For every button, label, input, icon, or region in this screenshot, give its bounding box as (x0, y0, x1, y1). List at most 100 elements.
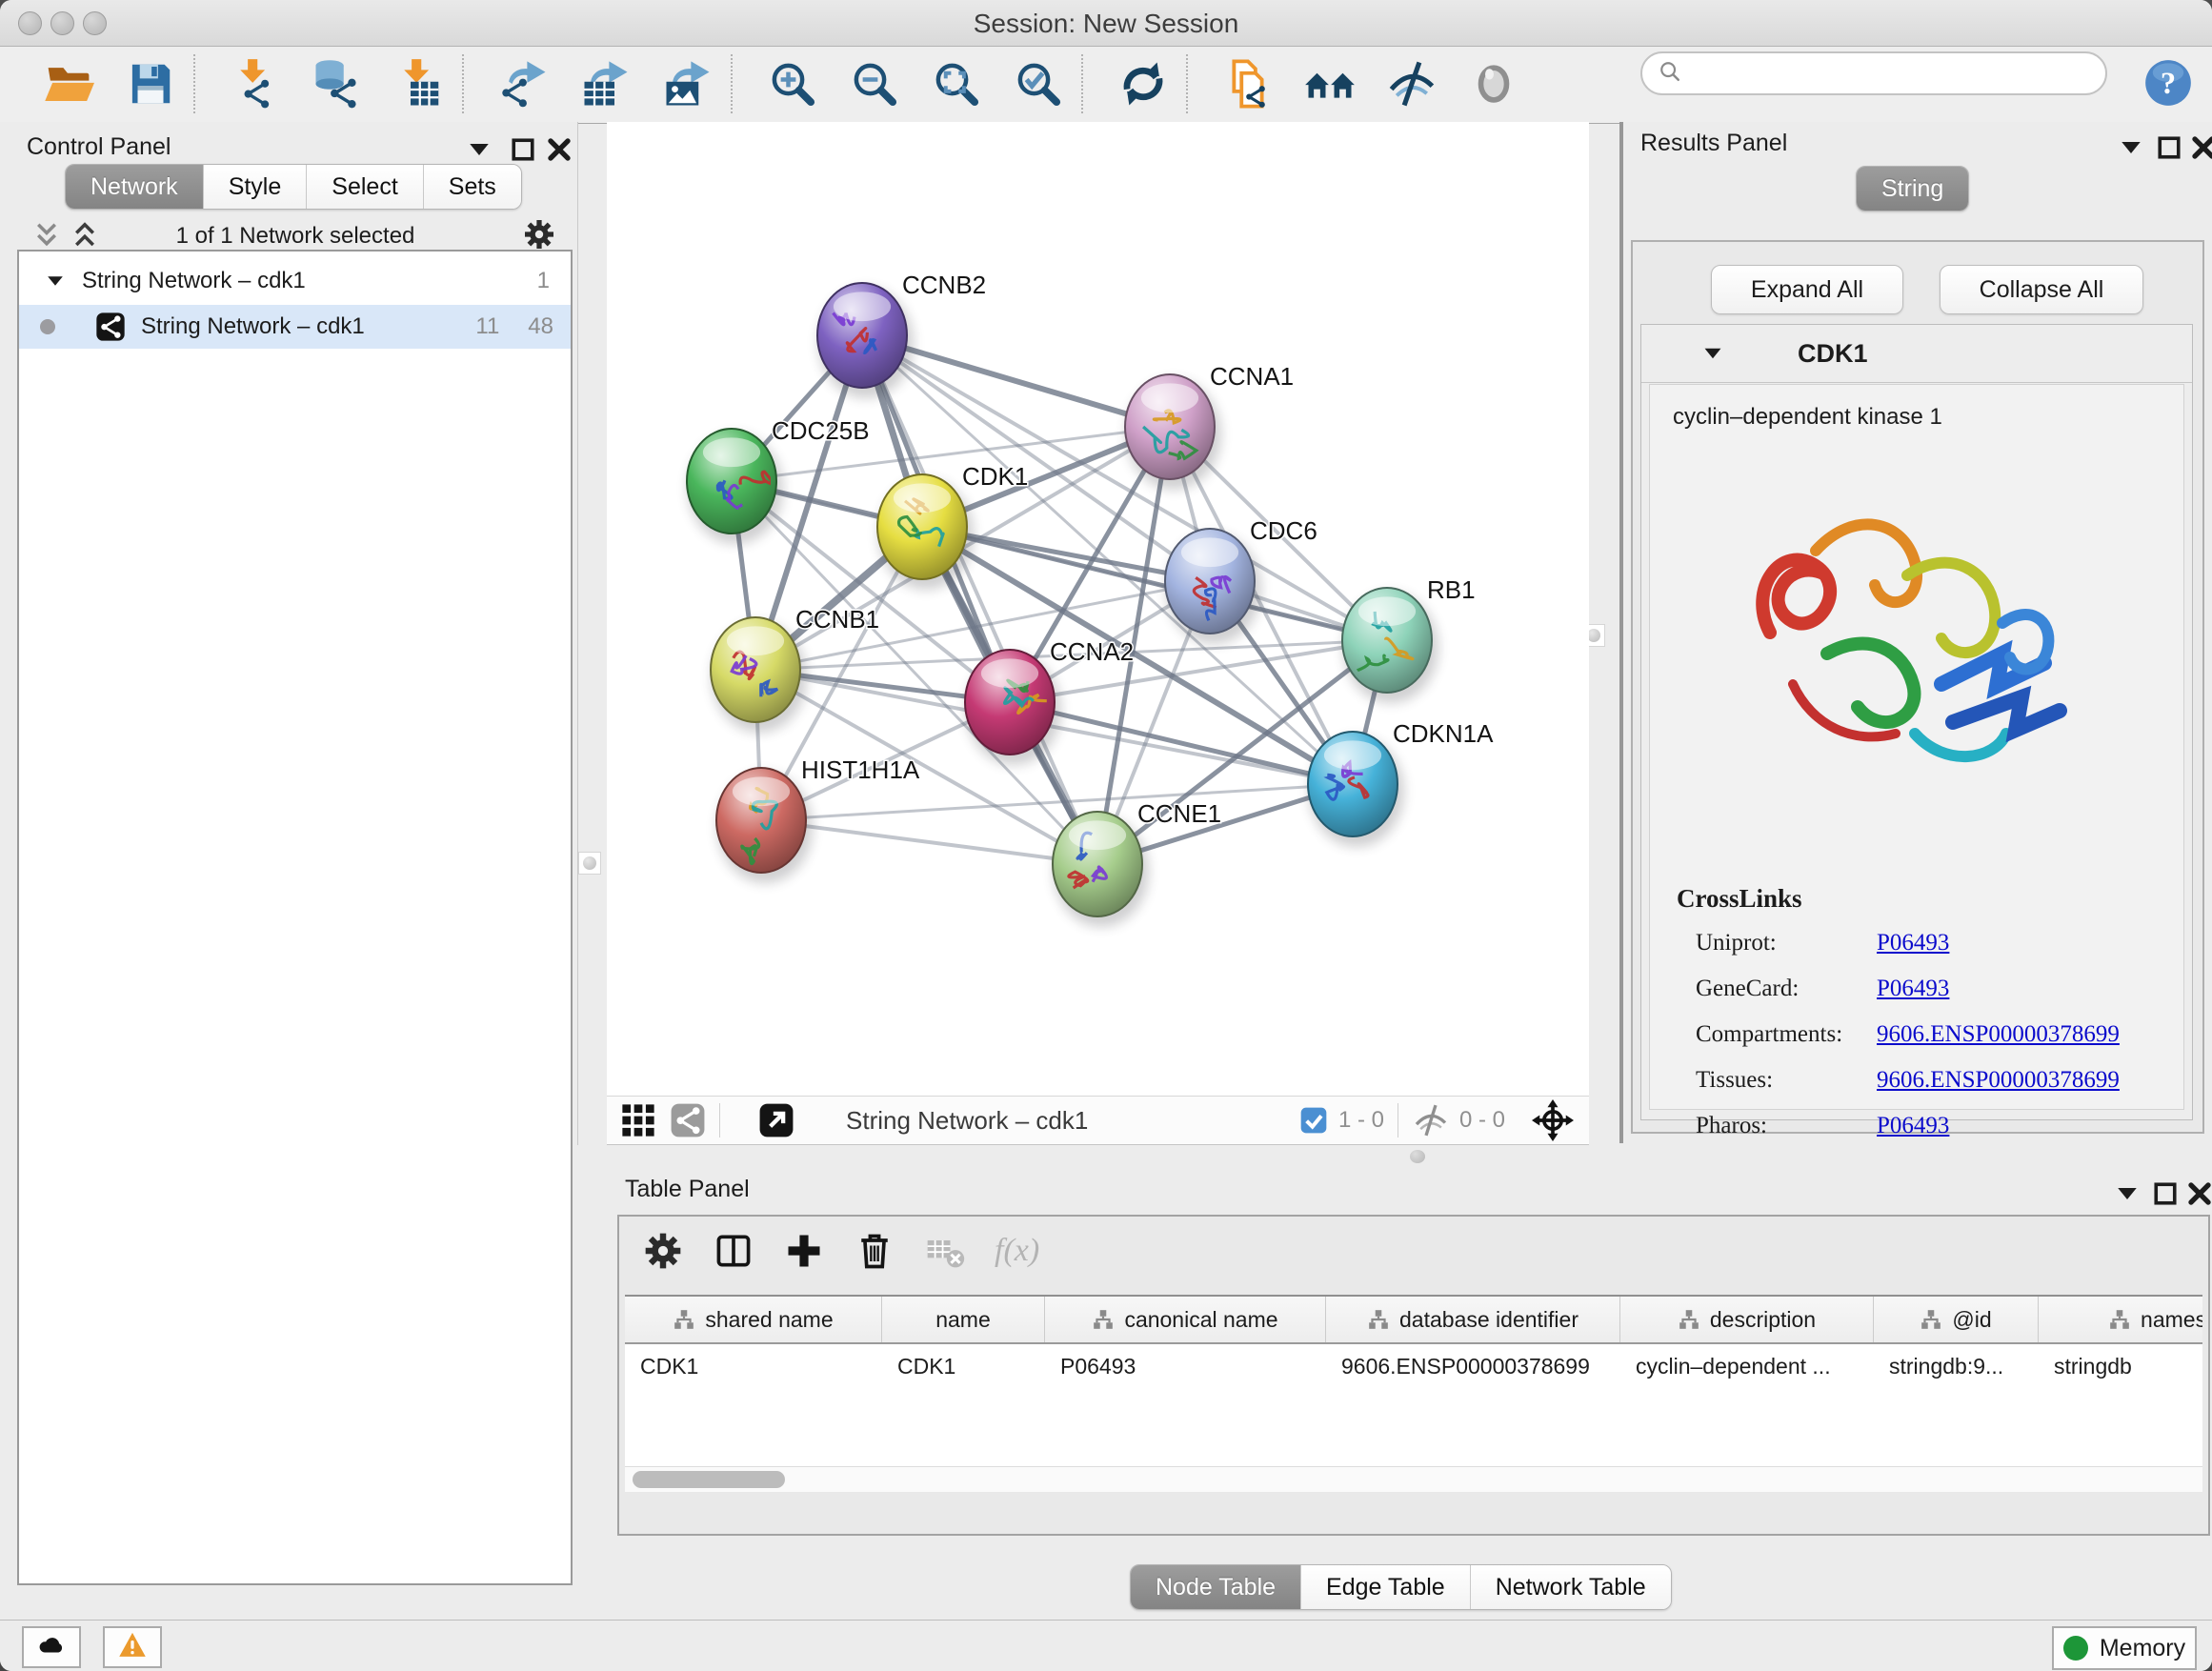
collapse-all-button[interactable]: Collapse All (1940, 265, 2143, 314)
table-hscrollbar[interactable] (625, 1466, 2202, 1492)
tab-sets[interactable]: Sets (424, 165, 521, 209)
table-menu-icon[interactable] (2113, 1179, 2142, 1208)
tab-network[interactable]: Network (66, 165, 204, 209)
birdseye-crosshair-icon[interactable] (1532, 1099, 1574, 1141)
column-header-description[interactable]: description (1620, 1297, 1874, 1342)
crosslink-link[interactable]: P06493 (1877, 1113, 1949, 1139)
import-network-database-button[interactable] (312, 58, 363, 110)
crosslink-label: Uniprot: (1696, 930, 1877, 956)
save-session-button[interactable] (125, 58, 176, 110)
zoom-out-button[interactable] (849, 58, 900, 110)
home-button[interactable] (1304, 58, 1356, 110)
tab-select[interactable]: Select (307, 165, 423, 209)
section-collapse-icon[interactable] (1700, 341, 1725, 366)
add-column-icon[interactable] (783, 1230, 825, 1272)
network-canvas[interactable]: CCNB2 CCNA1 CDC25B CDK1 CDC6 RB1 (607, 122, 1589, 1096)
network-node-CCNA2[interactable]: CCNA2 (965, 637, 1134, 765)
network-node-HIST1H1A[interactable]: HIST1H1A (716, 755, 920, 883)
network-node-RB1[interactable]: RB1 (1342, 575, 1476, 703)
status-bar: Memory (0, 1620, 2212, 1671)
column-header-canonicalname[interactable]: canonical name (1045, 1297, 1326, 1342)
network-node-CDC6[interactable]: CDC6 (1165, 516, 1317, 644)
table-cell: 9606.ENSP00000378699 (1326, 1354, 1620, 1379)
column-header-namespace[interactable]: namespace (2039, 1297, 2202, 1342)
search-input[interactable] (1684, 59, 2105, 88)
table-float-icon[interactable] (2151, 1179, 2180, 1208)
selected-checkbox-icon[interactable] (1298, 1105, 1329, 1136)
collapse-all-icon[interactable] (32, 221, 61, 250)
results-menu-icon[interactable] (2117, 133, 2145, 162)
crosslinks-heading: CrossLinks (1677, 884, 1802, 914)
refresh-button[interactable] (1117, 58, 1169, 110)
network-collection-row[interactable]: String Network – cdk1 1 (19, 259, 571, 303)
zoom-selected-button[interactable] (1013, 58, 1064, 110)
show-hide-graphics-button[interactable] (1386, 58, 1438, 110)
results-float-icon[interactable] (2155, 133, 2183, 162)
network-node-CDK1[interactable]: CDK1 (877, 462, 1028, 590)
import-network-file-button[interactable] (230, 58, 281, 110)
grid-view-icon[interactable] (620, 1102, 656, 1138)
result-section-header[interactable]: CDK1 (1641, 325, 2192, 383)
fit-content-button[interactable] (931, 58, 982, 110)
search-field[interactable] (1640, 51, 2107, 95)
collection-collapse-icon[interactable] (44, 270, 67, 292)
table-hscrollbar-thumb[interactable] (633, 1471, 785, 1488)
splitter-dot[interactable] (1410, 1150, 1425, 1163)
warnings-button[interactable] (103, 1626, 162, 1668)
network-node-CCNB2[interactable]: CCNB2 (817, 271, 986, 398)
crosslink-link[interactable]: P06493 (1877, 930, 1949, 956)
import-table-file-button[interactable] (393, 58, 445, 110)
split-columns-icon[interactable] (713, 1230, 754, 1272)
tab-network-table[interactable]: Network Table (1471, 1565, 1671, 1609)
memory-button[interactable]: Memory (2052, 1626, 2197, 1670)
share-gray-icon[interactable] (670, 1102, 706, 1138)
copy-network-button[interactable] (1222, 58, 1274, 110)
column-header-id[interactable]: @id (1874, 1297, 2039, 1342)
column-header-databaseidentifier[interactable]: database identifier (1326, 1297, 1620, 1342)
tab-style[interactable]: Style (204, 165, 308, 209)
gear-icon[interactable] (522, 217, 556, 252)
network-node-CCNA1[interactable]: CCNA1 (1125, 362, 1294, 490)
window-title: Session: New Session (0, 9, 2212, 39)
control-panel-menu-icon[interactable] (465, 135, 493, 164)
memory-label: Memory (2100, 1635, 2185, 1662)
network-row-selected[interactable]: String Network – cdk1 11 48 (19, 305, 571, 349)
delete-column-icon[interactable] (854, 1230, 895, 1272)
network-node-count: 11 (475, 313, 499, 340)
crosslink-link[interactable]: P06493 (1877, 976, 1949, 1002)
expand-all-button[interactable]: Expand All (1711, 265, 1903, 314)
network-node-CCNE1[interactable]: CCNE1 (1053, 799, 1221, 927)
crosslink-link[interactable]: 9606.ENSP00000378699 (1877, 1021, 2120, 1048)
detach-view-icon[interactable] (758, 1102, 794, 1138)
hidden-eye-icon[interactable] (1412, 1101, 1450, 1139)
tab-string[interactable]: String (1857, 167, 1968, 211)
results-close-icon[interactable] (2189, 133, 2212, 162)
table-cell: stringdb (2039, 1354, 2202, 1379)
table-panel-box: f(x) shared namenamecanonical namedataba… (617, 1215, 2210, 1536)
application-window: Session: New Session ? Control Panel Net… (0, 0, 2212, 1671)
zoom-in-button[interactable] (767, 58, 818, 110)
export-table-button[interactable] (580, 58, 632, 110)
control-panel-close-icon[interactable] (545, 135, 573, 164)
column-header-sharedname[interactable]: shared name (625, 1297, 882, 1342)
network-node-CDC25B[interactable]: CDC25B (687, 416, 870, 544)
help-button[interactable]: ? (2143, 58, 2193, 108)
column-header-name[interactable]: name (882, 1297, 1045, 1342)
tab-node-table[interactable]: Node Table (1131, 1565, 1301, 1609)
network-graph[interactable]: CCNB2 CCNA1 CDC25B CDK1 CDC6 RB1 (607, 122, 1589, 1096)
crosslink-link[interactable]: 9606.ENSP00000378699 (1877, 1067, 2120, 1094)
export-network-button[interactable] (498, 58, 550, 110)
preview-button[interactable] (1468, 58, 1519, 110)
network-node-CCNB1[interactable]: CCNB1 (711, 605, 879, 733)
control-panel-float-icon[interactable] (509, 135, 537, 164)
expand-all-icon[interactable] (70, 221, 99, 250)
tab-edge-table[interactable]: Edge Table (1301, 1565, 1471, 1609)
table-close-icon[interactable] (2185, 1179, 2212, 1208)
open-session-button[interactable] (43, 58, 94, 110)
network-node-CDKN1A[interactable]: CDKN1A (1308, 719, 1494, 847)
table-row[interactable]: CDK1CDK1P064939606.ENSP00000378699cyclin… (625, 1344, 2202, 1388)
left-splitter-handle[interactable] (578, 852, 601, 875)
table-gear-icon[interactable] (642, 1230, 684, 1272)
export-image-button[interactable] (662, 58, 714, 110)
cloud-button[interactable] (22, 1626, 81, 1668)
